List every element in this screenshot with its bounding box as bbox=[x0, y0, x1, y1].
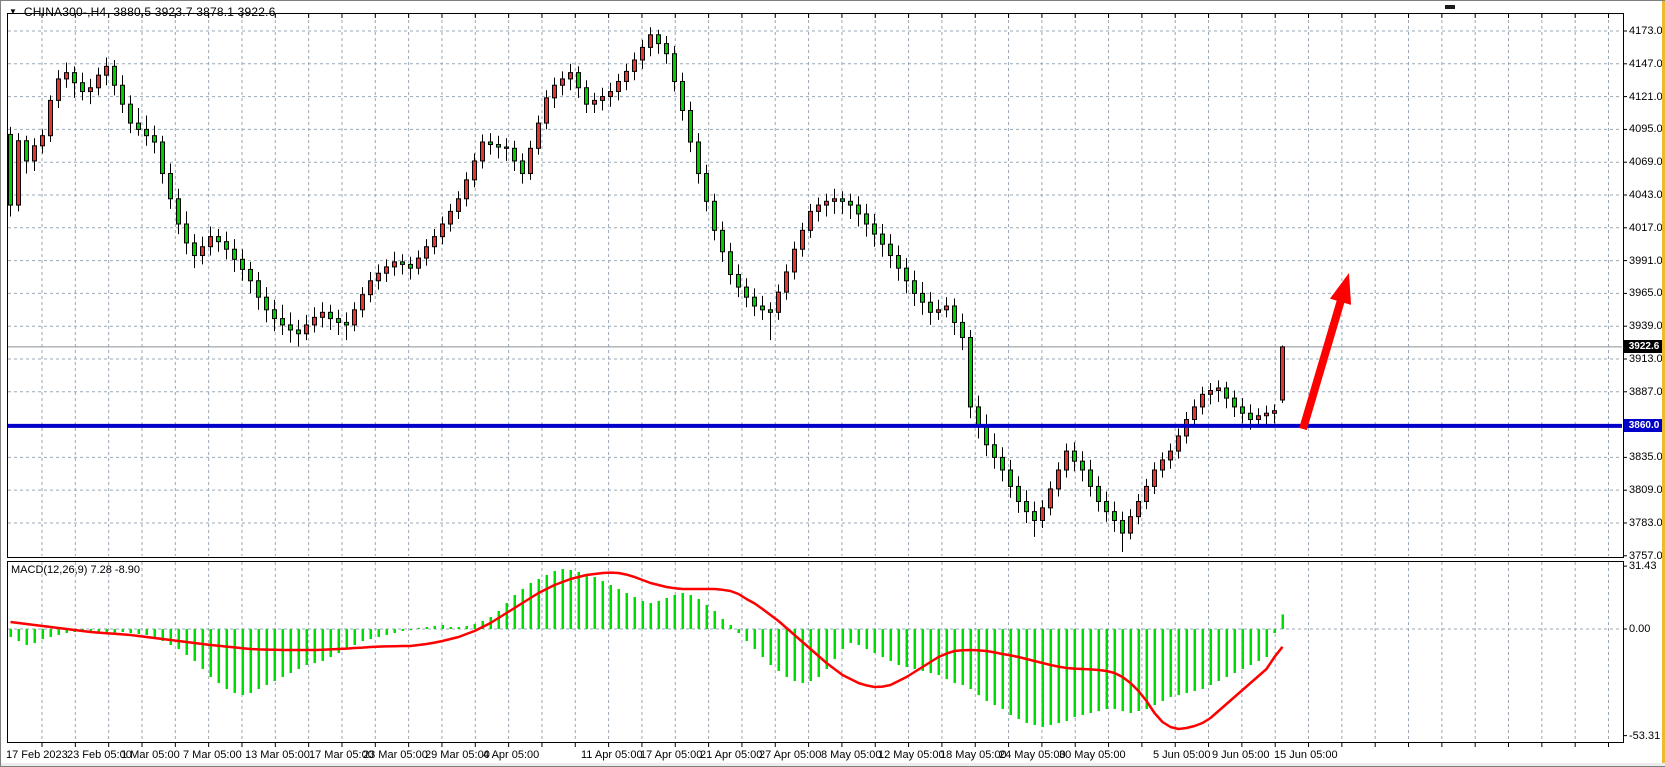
macd-indicator-label: MACD(12,26,9) 7.28 -8.90 bbox=[11, 564, 140, 576]
macd-axis-label: 0.00 bbox=[1629, 623, 1650, 635]
time-axis-label: 23 Mar 05:00 bbox=[363, 749, 428, 761]
price-axis-label: 3939.0 bbox=[1629, 320, 1663, 332]
price-axis-label: 3783.0 bbox=[1629, 517, 1663, 529]
time-axis-label: 9 Jun 05:00 bbox=[1212, 749, 1270, 761]
time-axis-label: 8 May 05:00 bbox=[821, 749, 882, 761]
price-axis-label: 4069.0 bbox=[1629, 156, 1663, 168]
hline-price-badge[interactable]: 3860.0 bbox=[1624, 419, 1664, 432]
price-axis-label: 4017.0 bbox=[1629, 222, 1663, 234]
price-axis-label: 4095.0 bbox=[1629, 123, 1663, 135]
symbol-dropdown-icon[interactable]: ▼ bbox=[9, 7, 17, 17]
time-axis-label: 12 May 05:00 bbox=[878, 749, 945, 761]
time-axis-label: 1 Mar 05:00 bbox=[121, 749, 180, 761]
time-axis-label: 13 Mar 05:00 bbox=[245, 749, 310, 761]
time-axis-label: 17 Feb 2023 bbox=[6, 749, 68, 761]
current-price-badge: 3922.6 bbox=[1624, 340, 1664, 353]
time-axis-label: 15 Jun 05:00 bbox=[1274, 749, 1338, 761]
time-axis-label: 24 May 05:00 bbox=[999, 749, 1066, 761]
price-axis-label: 3991.0 bbox=[1629, 255, 1663, 267]
time-axis-label: 29 Mar 05:00 bbox=[425, 749, 490, 761]
price-axis-label: 3809.0 bbox=[1629, 484, 1663, 496]
time-axis-label: 11 Apr 05:00 bbox=[581, 749, 643, 761]
chart-canvas[interactable] bbox=[1, 1, 1665, 766]
time-axis-label: 4 Apr 05:00 bbox=[483, 749, 539, 761]
time-axis-label: 7 Mar 05:00 bbox=[183, 749, 242, 761]
ohlc-values-label: 3880.5 3923.7 3878.1 3922.6 bbox=[113, 5, 275, 19]
price-axis-label: 4173.0 bbox=[1629, 25, 1663, 37]
symbol-timeframe-label: CHINA300-,H4 bbox=[24, 5, 106, 19]
time-axis-label: 17 Apr 05:00 bbox=[640, 749, 702, 761]
time-axis-label: 18 May 05:00 bbox=[940, 749, 1007, 761]
price-axis-label: 4147.0 bbox=[1629, 58, 1663, 70]
time-axis-label: 27 Apr 05:00 bbox=[759, 749, 821, 761]
time-axis-label: 5 Jun 05:00 bbox=[1153, 749, 1211, 761]
minimize-dash-icon bbox=[1445, 5, 1455, 9]
price-axis-label: 4043.0 bbox=[1629, 189, 1663, 201]
price-axis-label: 3965.0 bbox=[1629, 287, 1663, 299]
macd-axis-label: -53.31 bbox=[1629, 730, 1660, 742]
chart-window: ▼ CHINA300-,H4 3880.5 3923.7 3878.1 3922… bbox=[0, 0, 1665, 767]
macd-axis-label: 31.43 bbox=[1629, 560, 1657, 572]
price-axis-label: 3835.0 bbox=[1629, 451, 1663, 463]
price-axis-label: 3887.0 bbox=[1629, 386, 1663, 398]
price-axis-label: 3913.0 bbox=[1629, 353, 1663, 365]
symbol-header: ▼ CHINA300-,H4 3880.5 3923.7 3878.1 3922… bbox=[9, 5, 276, 19]
time-axis-label: 21 Apr 05:00 bbox=[700, 749, 762, 761]
time-axis-label: 30 May 05:00 bbox=[1059, 749, 1126, 761]
price-axis-label: 4121.0 bbox=[1629, 91, 1663, 103]
